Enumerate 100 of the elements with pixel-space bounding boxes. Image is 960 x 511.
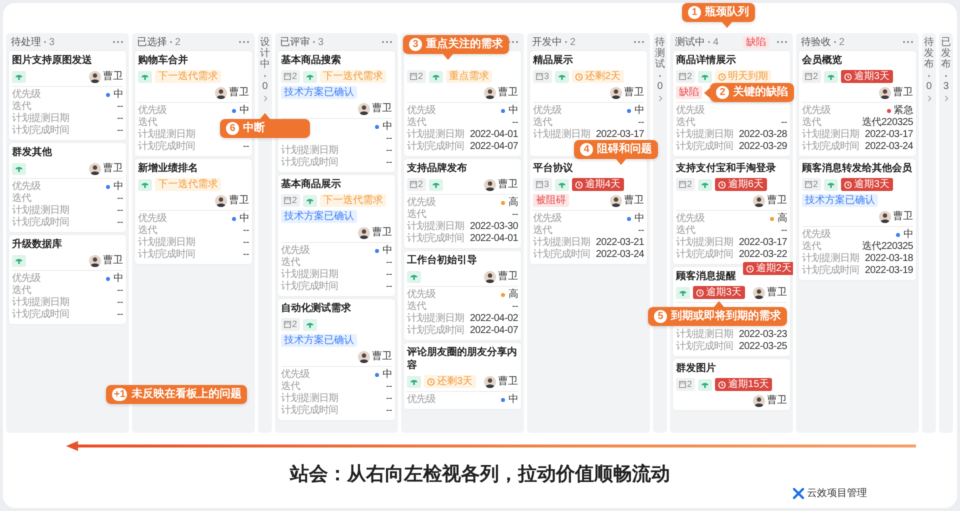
card-title: 平台协议 <box>533 163 573 174</box>
field-value: -- <box>512 209 518 221</box>
points-value: 2 <box>687 70 692 83</box>
field-value: -- <box>386 269 392 281</box>
field-label: 优先级 <box>533 105 562 116</box>
points-value: 2 <box>687 378 692 391</box>
column-title: 已发布 <box>941 37 951 70</box>
column-title: 待测试 <box>655 37 665 70</box>
field-label: 计划提测日期 <box>533 129 590 141</box>
card-title: 商品详情展示 <box>676 55 736 66</box>
tag-text: 还剩2天 <box>585 70 621 83</box>
tag-text: 明天到期 <box>728 70 768 83</box>
field-label: 计划完成时间 <box>12 217 69 229</box>
field-label: 迭代 <box>407 117 426 128</box>
points-value: 3 <box>544 178 550 191</box>
number-badge: +1 <box>112 388 128 401</box>
tag-text: 重点需求 <box>449 70 490 83</box>
field-label: 计划完成时间 <box>676 341 733 353</box>
column-count: 0 <box>262 73 268 92</box>
column-title: 待发布 <box>924 37 934 70</box>
tag-text: 下一迭代需求 <box>158 70 218 83</box>
number-badge: 3 <box>409 38 422 51</box>
points-value: 3 <box>544 70 550 83</box>
assignee-name: 曹卫 <box>103 162 123 175</box>
field-label: 优先级 <box>281 245 310 256</box>
field-label: 优先级 <box>802 229 830 240</box>
field-value: 2022-03-17 <box>596 129 644 141</box>
field-label: 计划完成时间 <box>407 325 464 337</box>
field-label: 计划提测日期 <box>12 297 69 308</box>
number-badge: 5 <box>654 310 667 323</box>
tag-text: 下一迭代需求 <box>323 70 384 83</box>
column-title: 设计中 <box>260 37 270 70</box>
tag-text: 技术方案已确认 <box>284 210 354 223</box>
field-label: 优先级 <box>407 197 436 208</box>
field-label: 优先级 <box>12 181 40 192</box>
field-label: 计划提测日期 <box>676 329 733 340</box>
field-label: 计划完成时间 <box>12 125 69 137</box>
field-label: 计划提测日期 <box>281 269 338 280</box>
assignee-name: 曹卫 <box>498 270 518 283</box>
tag-text: 技术方案已确认 <box>284 86 354 99</box>
field-value: 2022-03-19 <box>864 265 913 277</box>
field-value: 中 <box>113 89 123 101</box>
tag-text: 还剩3天 <box>437 375 473 388</box>
field-value: -- <box>242 237 249 249</box>
card-title: 新增业绩排名 <box>138 163 198 174</box>
points-value: 2 <box>292 70 298 83</box>
field-label: 计划提测日期 <box>138 237 195 248</box>
field-label: 计划提测日期 <box>407 129 464 140</box>
field-value: 中 <box>903 229 913 241</box>
field-value: -- <box>116 217 123 229</box>
assignee-name: 曹卫 <box>372 102 392 115</box>
field-value: 中 <box>382 245 392 257</box>
callout-text: 关键的缺陷 <box>733 86 788 99</box>
column-title: 测试中 <box>675 36 705 49</box>
card-title: 顾客消息转发给其他会员 <box>802 163 912 174</box>
field-value: 迭代220325 <box>862 117 913 129</box>
field-label: 迭代 <box>533 225 552 236</box>
field-value: 2022-03-29 <box>738 141 787 153</box>
field-value: 2022-03-22 <box>738 249 787 261</box>
assignee-name: 曹卫 <box>624 86 644 99</box>
field-value: -- <box>780 225 787 237</box>
tag-text: 逾期3天 <box>854 178 890 191</box>
number-badge: 4 <box>580 143 593 156</box>
field-label: 迭代 <box>12 101 31 112</box>
field-value: 高 <box>777 213 787 225</box>
card-title: 支持品牌发布 <box>407 163 467 174</box>
points-value: 2 <box>813 178 818 191</box>
assignee-name: 曹卫 <box>103 70 123 83</box>
number-badge: 1 <box>688 6 701 19</box>
field-label: 迭代 <box>138 225 157 236</box>
assignee-name: 曹卫 <box>893 210 913 223</box>
field-value: -- <box>116 193 123 205</box>
column-count: 0 <box>657 73 663 92</box>
card-title: 群发其他 <box>12 147 52 158</box>
callout-text: 未反映在看板上的问题 <box>131 388 242 401</box>
tag-text: 逾期3天 <box>854 70 890 83</box>
field-value: -- <box>386 281 392 293</box>
field-value: -- <box>386 257 392 269</box>
field-label: 迭代 <box>407 209 426 220</box>
field-label: 迭代 <box>12 193 31 204</box>
field-value: 2022-03-30 <box>470 221 518 233</box>
field-value: -- <box>386 405 392 417</box>
field-label: 迭代 <box>802 241 821 252</box>
assignee-name: 曹卫 <box>103 254 123 267</box>
tag-text: 缺陷 <box>679 86 699 99</box>
column-title: 待处理 <box>11 36 41 49</box>
field-value: -- <box>386 381 392 393</box>
field-value: 中 <box>239 213 249 225</box>
field-label: 计划完成时间 <box>138 141 195 153</box>
field-value: 2022-03-21 <box>596 237 644 249</box>
field-value: 2022-04-07 <box>470 325 518 337</box>
caption-text: 站会：从右向左检视各列，拉动价值顺畅流动 <box>290 462 670 487</box>
assignee-name: 曹卫 <box>893 86 913 99</box>
card-title: 基本商品搜索 <box>281 55 341 66</box>
assignee-name: 曹卫 <box>624 194 644 207</box>
assignee-name: 曹卫 <box>498 375 518 388</box>
field-value: 中 <box>508 105 518 117</box>
field-label: 计划完成时间 <box>676 141 733 153</box>
field-label: 计划提测日期 <box>407 313 464 324</box>
field-value: -- <box>242 225 249 237</box>
